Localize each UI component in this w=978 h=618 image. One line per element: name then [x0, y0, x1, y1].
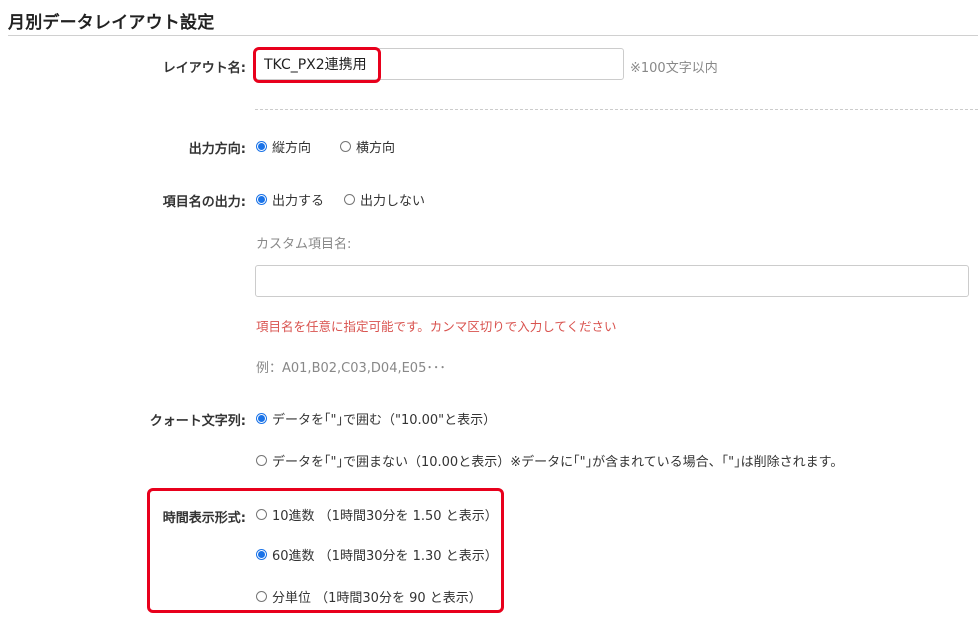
- radio-checked-icon[interactable]: [256, 141, 267, 152]
- radio-label: 出力しない: [360, 194, 426, 209]
- custom-item-name-input[interactable]: [255, 265, 969, 297]
- radio-label: データを｢"｣で囲まない（10.00と表示）※データに｢"｣が含まれている場合、…: [272, 455, 844, 470]
- radio-label: 縦方向: [272, 141, 312, 156]
- radio-unchecked-icon[interactable]: [340, 141, 351, 152]
- page-title: 月別データレイアウト設定: [8, 13, 215, 33]
- radio-unchecked-icon[interactable]: [256, 591, 267, 602]
- radio-label: データを｢"｣で囲む（"10.00"と表示）: [272, 413, 497, 428]
- output-direction-vertical-option[interactable]: 縦方向: [256, 137, 311, 156]
- custom-item-name-label: カスタム項目名:: [256, 237, 352, 252]
- section-divider: [255, 109, 978, 110]
- output-direction-horizontal-option[interactable]: 横方向: [340, 137, 395, 156]
- item-name-output-yes-option[interactable]: 出力する: [256, 190, 324, 209]
- quote-string-enclose-option[interactable]: データを｢"｣で囲む（"10.00"と表示）: [256, 409, 496, 428]
- time-format-minutes-option[interactable]: 分単位 （1時間30分を 90 と表示）: [256, 587, 482, 606]
- radio-label: 出力する: [272, 194, 325, 209]
- time-format-sexagesimal-option[interactable]: 60進数 （1時間30分を 1.30 と表示）: [256, 545, 498, 564]
- radio-checked-icon[interactable]: [256, 194, 267, 205]
- output-direction-label: 出力方向:: [188, 142, 246, 157]
- time-format-decimal-option[interactable]: 10進数 （1時間30分を 1.50 と表示）: [256, 505, 498, 524]
- quote-string-no-enclose-option[interactable]: データを｢"｣で囲まない（10.00と表示）※データに｢"｣が含まれている場合、…: [256, 451, 843, 470]
- layout-name-highlight: [253, 47, 381, 83]
- layout-name-label: レイアウト名:: [162, 61, 246, 76]
- layout-name-hint: ※100文字以内: [630, 61, 718, 76]
- time-format-label: 時間表示形式:: [162, 511, 246, 526]
- radio-unchecked-icon[interactable]: [256, 455, 267, 466]
- item-name-output-no-option[interactable]: 出力しない: [344, 190, 425, 209]
- radio-unchecked-icon[interactable]: [256, 509, 267, 520]
- radio-label: 60進数 （1時間30分を 1.30 と表示）: [272, 549, 498, 564]
- custom-item-name-example: 例：A01,B02,C03,D04,E05･･･: [256, 361, 446, 376]
- radio-unchecked-icon[interactable]: [344, 194, 355, 205]
- radio-label: 分単位 （1時間30分を 90 と表示）: [272, 591, 482, 606]
- radio-label: 10進数 （1時間30分を 1.50 と表示）: [272, 509, 498, 524]
- title-divider: [8, 35, 978, 36]
- item-name-output-label: 項目名の出力:: [162, 195, 246, 210]
- radio-label: 横方向: [356, 141, 396, 156]
- quote-string-label: クォート文字列:: [149, 414, 246, 429]
- radio-checked-icon[interactable]: [256, 549, 267, 560]
- radio-checked-icon[interactable]: [256, 413, 267, 424]
- custom-item-name-note: 項目名を任意に指定可能です。カンマ区切りで入力してください: [256, 319, 617, 334]
